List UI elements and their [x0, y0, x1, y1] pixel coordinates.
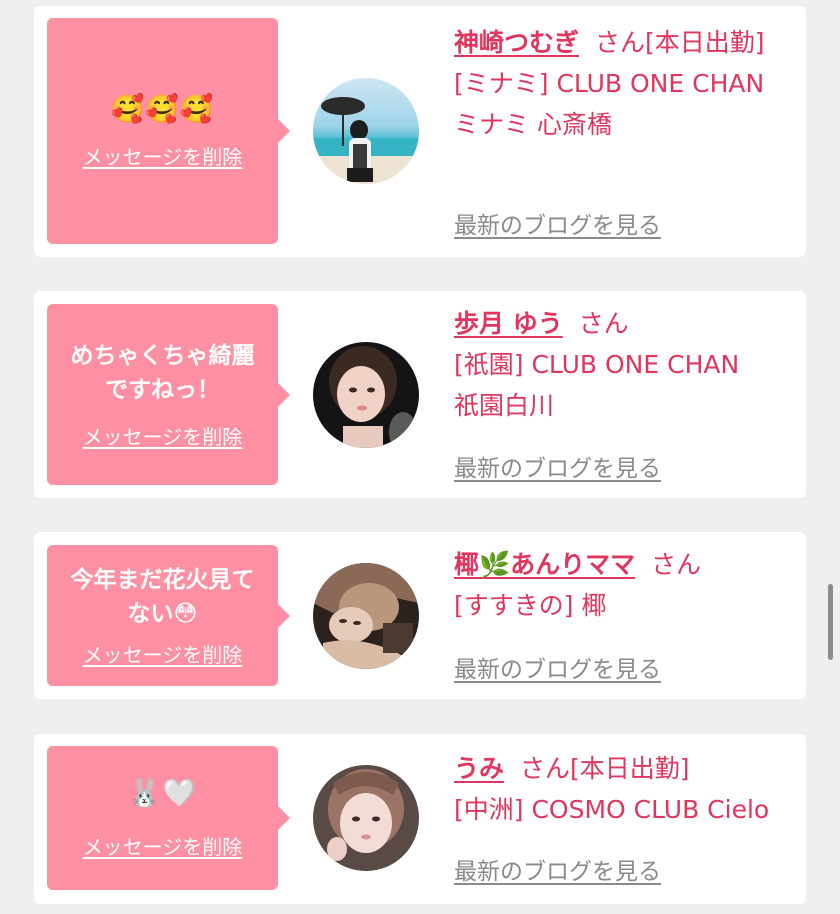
- attendance-status: [本日出勤]: [645, 28, 765, 57]
- latest-blog-link[interactable]: 最新のブログを見る: [454, 449, 661, 483]
- cast-name-link[interactable]: 歩月 ゆう: [454, 309, 563, 338]
- delete-message-link[interactable]: メッセージを削除: [83, 421, 243, 450]
- message-bubble: 🥰🥰🥰 メッセージを削除: [47, 18, 290, 244]
- message-card: めちゃくちゃ綺麗 ですねっ！ メッセージを削除 歩月 ゆう さん [祇園] CLU…: [34, 291, 806, 498]
- honorific: さん: [578, 309, 629, 338]
- cast-name-link[interactable]: うみ: [454, 754, 504, 783]
- message-card: 🥰🥰🥰 メッセージを削除 神崎つむぎ さん[本日出勤] [ミナミ] CLUB O…: [34, 6, 806, 257]
- shop-area: 祇園白川: [454, 391, 555, 420]
- cast-info: 神崎つむぎ さん[本日出勤] [ミナミ] CLUB ONE CHAN ミナミ 心斎…: [454, 22, 799, 145]
- delete-message-link[interactable]: メッセージを削除: [83, 831, 243, 860]
- honorific: さん: [595, 28, 646, 57]
- shop-area: ミナミ 心斎橋: [454, 110, 612, 139]
- message-text: めちゃくちゃ綺麗 ですねっ！: [70, 343, 255, 403]
- message-list: 🥰🥰🥰 メッセージを削除 神崎つむぎ さん[本日出勤] [ミナミ] CLUB O…: [0, 0, 840, 914]
- delete-message-link[interactable]: メッセージを削除: [83, 141, 243, 170]
- honorific: さん: [651, 550, 702, 579]
- cast-info: うみ さん[本日出勤] [中洲] COSMO CLUB Cielo: [454, 748, 799, 830]
- avatar[interactable]: [313, 78, 419, 184]
- shop-name: [すすきの] 椰: [454, 591, 607, 620]
- delete-message-link[interactable]: メッセージを削除: [83, 639, 243, 668]
- cast-name-row: 歩月 ゆう さん: [454, 303, 799, 344]
- avatar[interactable]: [313, 342, 419, 448]
- latest-blog-link[interactable]: 最新のブログを見る: [454, 852, 661, 886]
- shop-name: [中洲] COSMO CLUB Cielo: [454, 795, 770, 824]
- cast-name-link[interactable]: 神崎つむぎ: [454, 28, 579, 57]
- message-card: 今年まだ花火見て ない😳 メッセージを削除 椰🌿あんりママ さん [すすきの] 椰…: [34, 532, 806, 699]
- scrollbar[interactable]: [828, 584, 833, 660]
- cast-info: 椰🌿あんりママ さん [すすきの] 椰: [454, 544, 799, 626]
- message-bubble: 今年まだ花火見て ない😳 メッセージを削除: [47, 545, 290, 686]
- cast-name-row: 椰🌿あんりママ さん: [454, 544, 799, 585]
- message-bubble: 🐰🤍 メッセージを削除: [47, 746, 290, 890]
- message-text: 今年まだ花火見て ない😳: [70, 567, 255, 627]
- avatar[interactable]: [313, 765, 419, 871]
- avatar-photo-beach: [313, 78, 419, 184]
- shop-name: [ミナミ] CLUB ONE CHAN: [454, 69, 765, 98]
- message-bubble: めちゃくちゃ綺麗 ですねっ！ メッセージを削除: [47, 304, 290, 485]
- latest-blog-link[interactable]: 最新のブログを見る: [454, 206, 661, 240]
- avatar-photo-portrait: [313, 563, 419, 669]
- avatar-photo-portrait: [313, 765, 419, 871]
- message-text: 🥰🥰🥰: [110, 93, 215, 125]
- cast-name-row: うみ さん[本日出勤]: [454, 748, 799, 789]
- latest-blog-link[interactable]: 最新のブログを見る: [454, 650, 661, 684]
- cast-name-link[interactable]: 椰🌿あんりママ: [454, 550, 635, 579]
- cast-name-row: 神崎つむぎ さん[本日出勤]: [454, 22, 799, 63]
- avatar[interactable]: [313, 563, 419, 669]
- cast-info: 歩月 ゆう さん [祇園] CLUB ONE CHAN 祇園白川: [454, 303, 799, 426]
- message-text: 🐰🤍: [127, 777, 198, 809]
- attendance-status: [本日出勤]: [570, 754, 690, 783]
- shop-name: [祇園] CLUB ONE CHAN: [454, 350, 740, 379]
- honorific: さん: [520, 754, 571, 783]
- message-card: 🐰🤍 メッセージを削除 うみ さん[本日出勤] [中洲] COSMO CLUB C…: [34, 734, 806, 904]
- avatar-photo-portrait: [313, 342, 419, 448]
